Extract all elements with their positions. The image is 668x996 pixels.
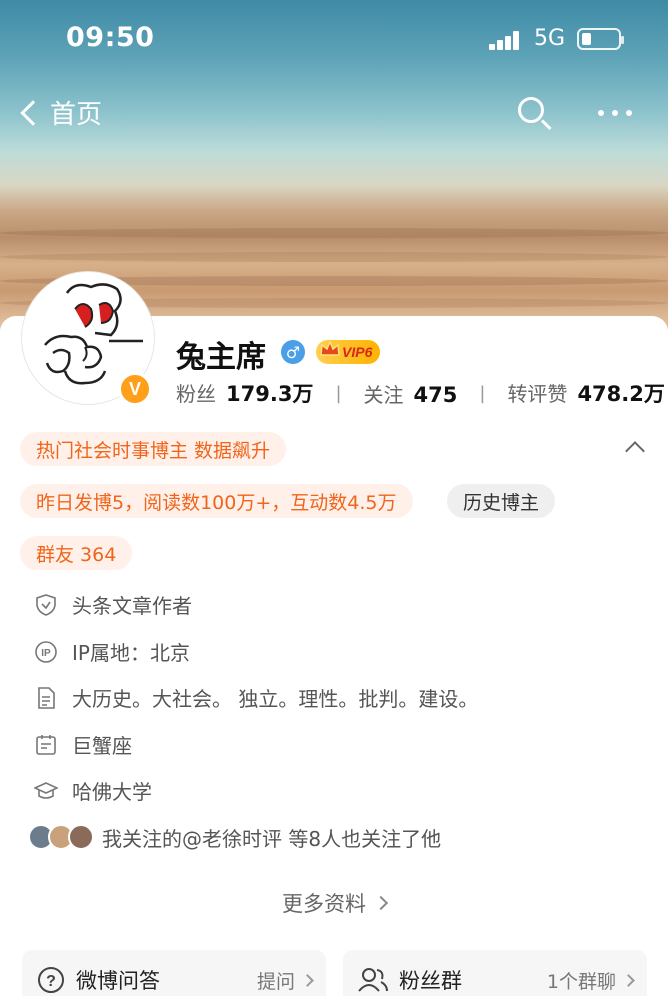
stat-followers[interactable]: 粉丝 179.3万 [176, 378, 313, 408]
ip-location-icon: IP [35, 640, 57, 663]
more-info-link[interactable]: 更多资料 [0, 888, 668, 918]
shield-check-icon [36, 593, 56, 616]
search-icon[interactable] [518, 97, 552, 131]
vip-badge[interactable]: VIP6 [316, 340, 381, 364]
sand-texture [0, 228, 668, 238]
verified-badge-icon: V [118, 372, 152, 406]
divider: | [479, 382, 486, 404]
crown-icon [320, 340, 340, 356]
fans-group-action[interactable]: 1个群聊 [546, 967, 635, 994]
chevron-right-icon [301, 973, 314, 987]
info-author: 头条文章作者 [34, 590, 192, 619]
svg-text:IP: IP [41, 648, 51, 659]
more-info-label: 更多资料 [282, 892, 366, 916]
battery-icon [577, 28, 624, 50]
status-time: 09:50 [66, 22, 155, 53]
network-type: 5G [534, 26, 566, 51]
chevron-right-icon [373, 895, 389, 911]
info-zodiac: 巨蟹座 [34, 730, 132, 759]
fans-group-title: 粉丝群 [399, 969, 462, 993]
qa-title: 微博问答 [76, 969, 160, 993]
info-text: 头条文章作者 [72, 594, 192, 618]
fans-group-action-label: 1个群聊 [546, 970, 616, 993]
stat-value: 475 [413, 382, 458, 407]
stat-label: 转评赞 [507, 382, 568, 406]
graduation-cap-icon [34, 781, 58, 799]
hot-blogger-tag[interactable]: 热门社会时事博主 数据飙升 [20, 432, 287, 466]
group-users-icon [358, 968, 388, 992]
mini-avatar [68, 823, 94, 850]
mutual-follow-avatars [28, 823, 98, 852]
history-blogger-tag[interactable]: 历史博主 [447, 484, 556, 518]
stat-label: 粉丝 [176, 382, 216, 406]
back-button[interactable]: 首页 [16, 94, 102, 131]
group-tag[interactable]: 群友 364 [20, 536, 133, 570]
chevron-right-icon [622, 973, 635, 987]
back-label: 首页 [50, 100, 103, 130]
signal-icon [489, 30, 523, 50]
male-gender-icon: ♂ [281, 340, 305, 364]
profile-name: 兔主席 [176, 340, 266, 375]
info-text: 哈佛大学 [72, 780, 152, 804]
mutual-follow-text: 我关注的@老徐时评 等8人也关注了他 [102, 827, 442, 851]
stat-label: 关注 [363, 382, 404, 407]
info-text: IP属地：北京 [72, 641, 190, 665]
stat-value: 179.3万 [226, 382, 314, 406]
sand-texture [0, 252, 668, 262]
stat-interactions[interactable]: 转评赞 478.2万 [507, 378, 664, 408]
svg-text:?: ? [46, 973, 56, 990]
vip-label: VIP6 [342, 344, 373, 360]
divider: | [335, 382, 342, 404]
info-text: 巨蟹座 [72, 734, 132, 758]
fans-group-card[interactable]: 粉丝群 1个群聊 [343, 950, 647, 996]
qa-card[interactable]: ? 微博问答 提问 [22, 950, 326, 996]
question-circle-icon: ? [38, 967, 64, 993]
info-ip: IP IP属地：北京 [34, 637, 190, 666]
qa-action-label: 提问 [256, 970, 295, 993]
status-bar: 09:50 5G [0, 20, 668, 60]
document-icon [38, 686, 55, 709]
info-text: 大历史。大社会。 独立。理性。批判。建设。 [72, 687, 479, 711]
chevron-left-icon [20, 99, 46, 126]
stat-value: 478.2万 [577, 382, 665, 406]
stat-following[interactable]: 关注 475 [364, 379, 458, 408]
calendar-icon [36, 734, 56, 755]
qa-action[interactable]: 提问 [256, 967, 314, 994]
daily-stats-tag[interactable]: 昨日发博5，阅读数100万+，互动数4.5万 [20, 484, 413, 518]
mutual-follow-row[interactable]: 我关注的@老徐时评 等8人也关注了他 [28, 823, 441, 852]
info-bio: 大历史。大社会。 独立。理性。批判。建设。 [34, 683, 478, 712]
profile-stats: 粉丝 179.3万 | 关注 475 | 转评赞 478.2万 [176, 378, 665, 408]
more-options-icon[interactable] [598, 110, 632, 116]
info-school: 哈佛大学 [34, 776, 152, 805]
